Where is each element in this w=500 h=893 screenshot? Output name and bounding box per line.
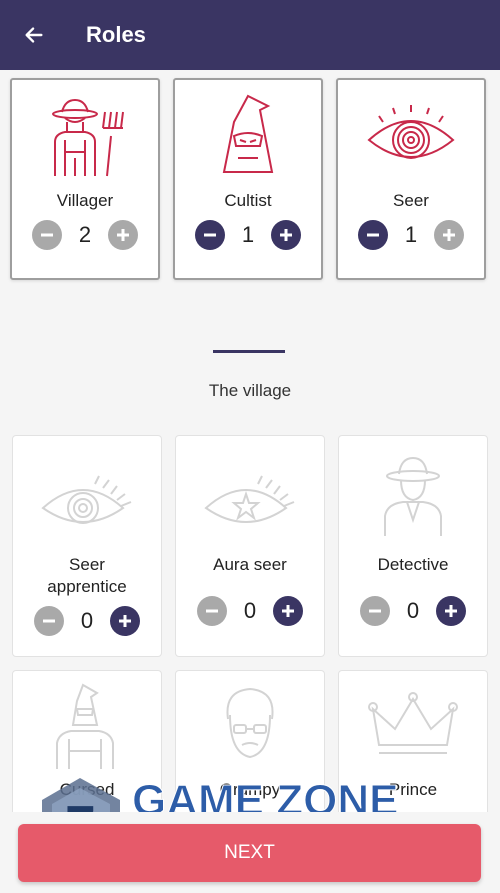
role-card-prince[interactable]: Prince — [338, 670, 488, 820]
decrement-button[interactable] — [197, 596, 227, 626]
role-name: Aura seer — [213, 555, 287, 574]
increment-button[interactable] — [436, 596, 466, 626]
role-card-detective[interactable]: Detective 0 — [338, 435, 488, 657]
role-counter: 0 — [360, 596, 466, 626]
increment-button[interactable] — [273, 596, 303, 626]
plus-icon — [280, 229, 292, 241]
role-counter: 0 — [34, 606, 140, 636]
grumpy-icon — [226, 687, 274, 759]
hood-icon — [222, 94, 274, 173]
decrement-button[interactable] — [358, 220, 388, 250]
role-name: Cursed — [59, 780, 115, 799]
role-count: 2 — [78, 222, 92, 247]
role-counter: 2 — [32, 220, 138, 250]
role-name: Detective — [377, 555, 449, 574]
role-counter: 1 — [195, 220, 301, 250]
minus-icon — [43, 619, 55, 623]
minus-icon — [369, 609, 381, 613]
minus-icon — [206, 609, 218, 613]
role-card-cultist[interactable]: Cultist 1 — [173, 78, 323, 280]
role-counter: 0 — [197, 596, 303, 626]
role-card-villager[interactable]: Villager 2 — [10, 78, 160, 280]
role-name: Villager — [56, 191, 114, 210]
spiral-eye-icon — [41, 475, 132, 524]
plus-icon — [119, 615, 131, 627]
role-name: Prince — [388, 780, 438, 799]
role-card-seer-apprentice[interactable]: Seer apprentice 0 — [12, 435, 162, 657]
role-card-grumpy[interactable]: Grumpy — [175, 670, 325, 820]
role-count: 1 — [241, 222, 255, 247]
increment-button[interactable] — [110, 606, 140, 636]
plus-icon — [443, 229, 455, 241]
minus-icon — [41, 233, 53, 237]
role-counter: 1 — [358, 220, 464, 250]
back-button[interactable] — [0, 0, 68, 70]
role-name: Seer — [393, 191, 429, 210]
farmer-icon — [52, 98, 124, 177]
cursed-icon — [56, 683, 114, 769]
role-card-seer[interactable]: Seer 1 — [336, 78, 486, 280]
plus-icon — [445, 605, 457, 617]
increment-button[interactable] — [108, 220, 138, 250]
role-name: Seer apprentice — [47, 555, 127, 596]
section-title: The village — [208, 381, 292, 400]
star-eye-icon — [204, 475, 295, 523]
role-count: 0 — [243, 598, 257, 623]
section-divider — [213, 350, 285, 353]
decrement-button[interactable] — [32, 220, 62, 250]
increment-button[interactable] — [271, 220, 301, 250]
plus-icon — [117, 229, 129, 241]
minus-icon — [367, 233, 379, 237]
increment-button[interactable] — [434, 220, 464, 250]
detective-icon — [384, 456, 442, 536]
minus-icon — [204, 233, 216, 237]
role-card-aura-seer[interactable]: Aura seer 0 — [175, 435, 325, 657]
spiral-eye-icon — [367, 105, 455, 159]
next-button[interactable]: NEXT — [18, 824, 481, 882]
decrement-button[interactable] — [195, 220, 225, 250]
decrement-button[interactable] — [34, 606, 64, 636]
role-card-cursed[interactable]: Cursed — [12, 670, 162, 820]
role-name: Cultist — [224, 191, 272, 210]
crown-icon — [368, 692, 458, 754]
role-count: 0 — [406, 598, 420, 623]
role-count: 1 — [404, 222, 418, 247]
role-count: 0 — [80, 608, 94, 633]
arrow-left-icon — [25, 27, 43, 43]
role-name: Grumpy — [219, 780, 281, 799]
app-bar: Roles — [0, 0, 500, 70]
page-title: Roles — [86, 22, 146, 47]
decrement-button[interactable] — [360, 596, 390, 626]
plus-icon — [282, 605, 294, 617]
